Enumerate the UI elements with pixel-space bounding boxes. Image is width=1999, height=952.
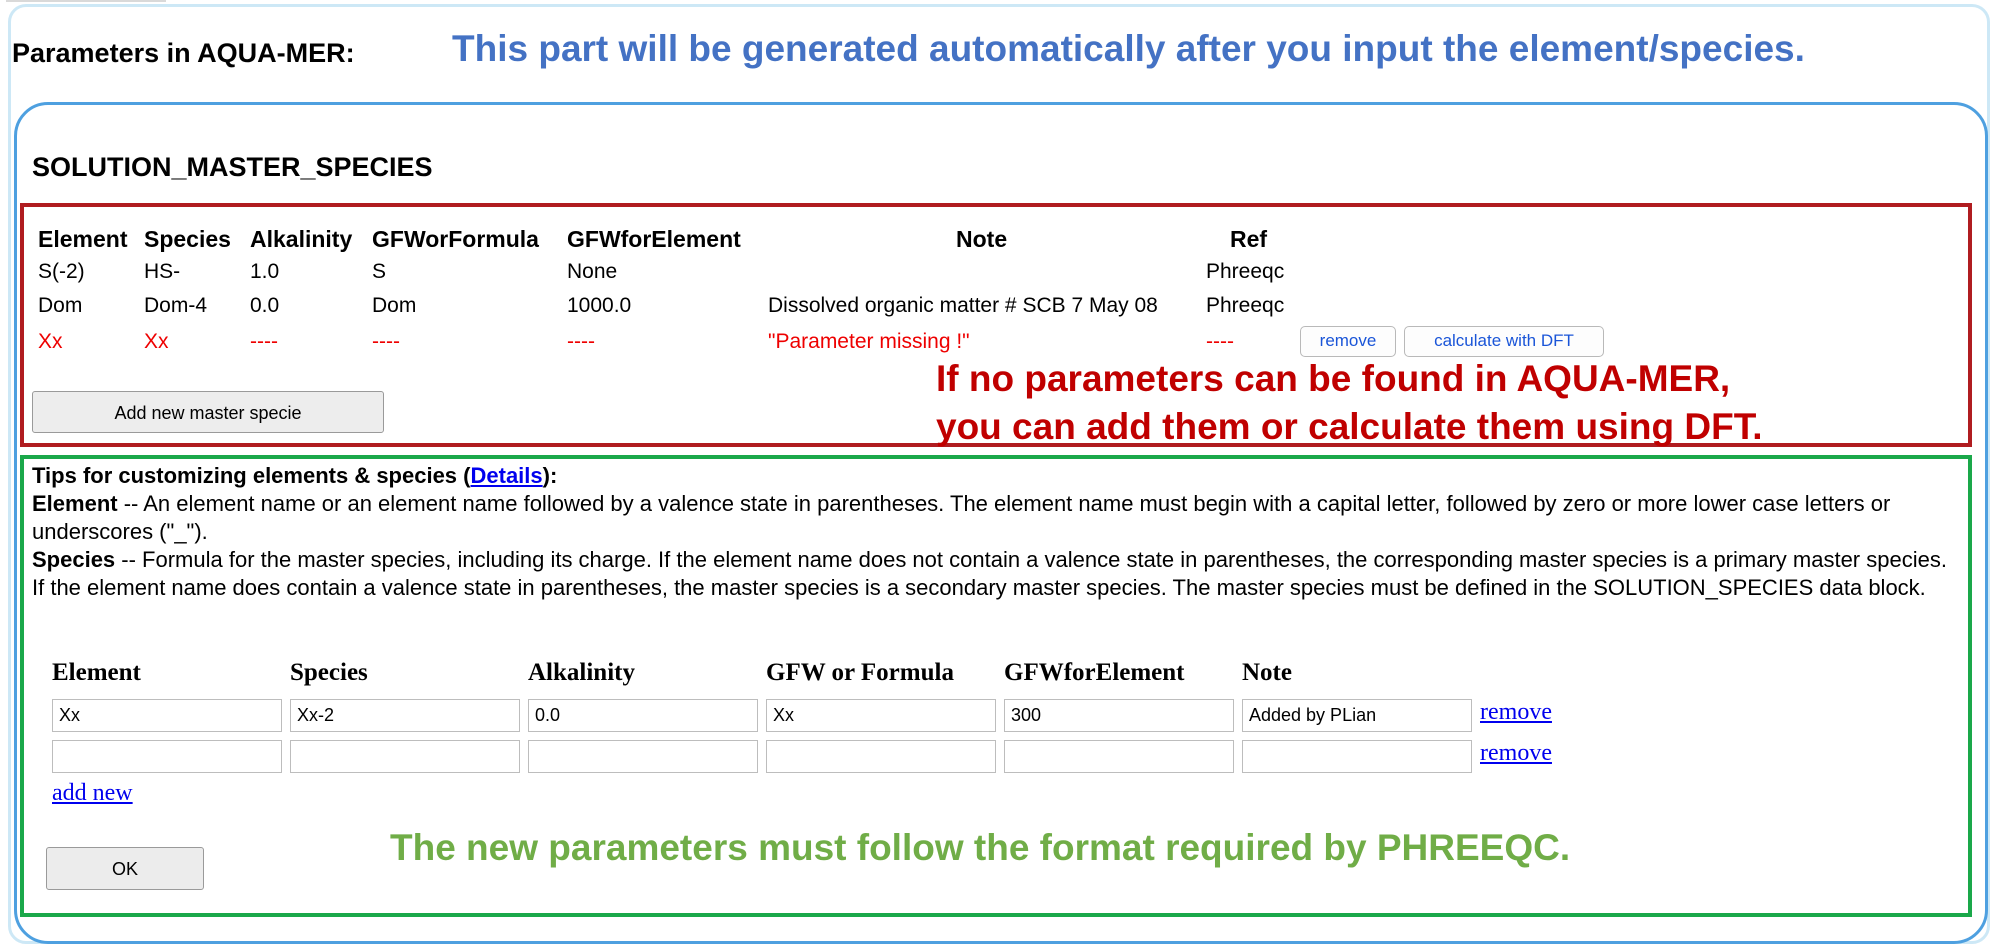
col-header-gfworformula: GFWorFormula: [372, 226, 539, 252]
table-cell: Phreeqc: [1206, 294, 1285, 317]
missing-cell: ----: [250, 330, 278, 353]
gfw-formula-input[interactable]: [766, 740, 996, 773]
annotation-banner: This part will be generated automaticall…: [452, 28, 1805, 69]
missing-annotation-line: If no parameters can be found in AQUA-ME…: [936, 358, 1731, 399]
element-input[interactable]: [52, 740, 282, 773]
remove-row-link[interactable]: remove: [1480, 740, 1552, 767]
missing-parameter-note: "Parameter missing !": [768, 330, 970, 353]
remove-button[interactable]: remove: [1300, 326, 1396, 357]
table-cell: Phreeqc: [1206, 260, 1285, 283]
add-new-link[interactable]: add new: [52, 780, 133, 807]
table-cell: 1.0: [250, 260, 280, 283]
table-cell: HS-: [144, 260, 181, 283]
block-title: SOLUTION_MASTER_SPECIES: [32, 152, 433, 182]
top-divider: [6, 0, 166, 2]
missing-cell: ----: [372, 330, 400, 353]
alkalinity-input[interactable]: [528, 699, 758, 732]
table-cell: Dom-4: [144, 294, 208, 317]
col-header-element: Element: [38, 226, 128, 252]
missing-cell: Xx: [144, 330, 169, 353]
format-annotation: The new parameters must follow the forma…: [390, 827, 1571, 868]
species-input[interactable]: [290, 740, 520, 773]
section-label: Parameters in AQUA-MER:: [12, 38, 355, 68]
table-cell: None: [567, 260, 618, 283]
form-header-gfwforelement: GFWforElement: [1004, 659, 1185, 686]
ok-button[interactable]: OK: [46, 847, 204, 890]
form-header-element: Element: [52, 659, 141, 686]
add-master-specie-button[interactable]: Add new master specie: [32, 391, 384, 433]
note-input[interactable]: [1242, 699, 1472, 732]
table-cell: Dom: [38, 294, 83, 317]
gfw-element-input[interactable]: [1004, 740, 1234, 773]
col-header-gfwforelement: GFWforElement: [567, 226, 741, 252]
alkalinity-input[interactable]: [528, 740, 758, 773]
form-header-alkalinity: Alkalinity: [528, 659, 635, 686]
table-cell: Dissolved organic matter # SCB 7 May 08: [768, 294, 1158, 317]
missing-cell: ----: [567, 330, 595, 353]
form-header-species: Species: [290, 659, 368, 686]
tips-heading: Tips for customizing elements & species …: [32, 463, 558, 488]
element-input[interactable]: [52, 699, 282, 732]
col-header-ref: Ref: [1230, 226, 1268, 252]
gfw-formula-input[interactable]: [766, 699, 996, 732]
tips-panel: Tips for customizing elements & species …: [32, 462, 1952, 602]
table-cell: S(-2): [38, 260, 85, 283]
calculate-dft-button[interactable]: calculate with DFT: [1404, 326, 1604, 357]
note-input[interactable]: [1242, 740, 1472, 773]
form-header-note: Note: [1242, 659, 1292, 686]
table-cell: Dom: [372, 294, 417, 317]
details-link[interactable]: Details: [471, 463, 543, 488]
gfw-element-input[interactable]: [1004, 699, 1234, 732]
missing-annotation: If no parameters can be found in AQUA-ME…: [936, 355, 1762, 451]
col-header-note: Note: [956, 226, 1008, 252]
form-header-gfw-or-formula: GFW or Formula: [766, 659, 954, 686]
element-tip: Element -- An element name or an element…: [32, 491, 1891, 544]
missing-cell: ----: [1206, 330, 1234, 353]
species-tip: Species -- Formula for the master specie…: [32, 547, 1947, 600]
col-header-alkalinity: Alkalinity: [250, 226, 353, 252]
table-cell: 1000.0: [567, 294, 632, 317]
remove-row-link[interactable]: remove: [1480, 699, 1552, 726]
species-input[interactable]: [290, 699, 520, 732]
table-cell: 0.0: [250, 294, 280, 317]
missing-cell: Xx: [38, 330, 63, 353]
table-cell: S: [372, 260, 387, 283]
col-header-species: Species: [144, 226, 231, 252]
missing-annotation-line: you can add them or calculate them using…: [936, 406, 1763, 447]
